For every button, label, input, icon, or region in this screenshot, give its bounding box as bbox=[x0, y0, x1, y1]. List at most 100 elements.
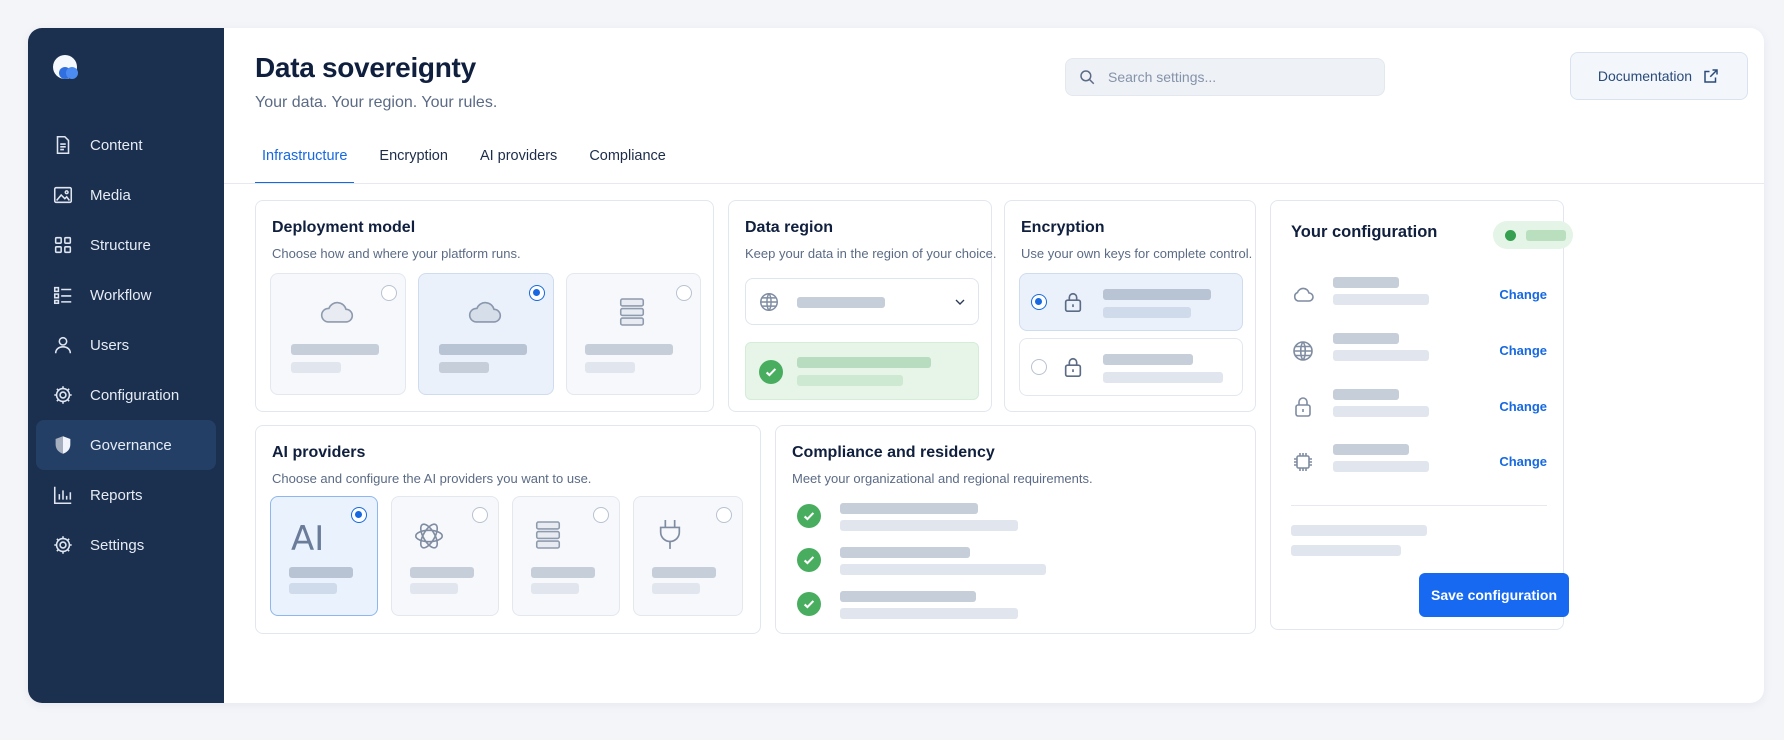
placeholder-bar bbox=[797, 297, 885, 308]
sidebar-item-reports[interactable]: Reports bbox=[36, 470, 216, 520]
radio-button[interactable] bbox=[381, 285, 397, 301]
config-row-region: Change bbox=[1271, 333, 1563, 377]
sidebar-item-configuration[interactable]: Configuration bbox=[36, 370, 216, 420]
radio-button[interactable] bbox=[472, 507, 488, 523]
change-link[interactable]: Change bbox=[1499, 343, 1547, 358]
placeholder-bar bbox=[585, 344, 673, 355]
placeholder-bar bbox=[1291, 545, 1401, 556]
shield-icon bbox=[55, 436, 71, 454]
server-icon bbox=[619, 298, 645, 326]
radio-button[interactable] bbox=[1031, 359, 1047, 375]
lock-icon bbox=[1064, 357, 1082, 377]
placeholder-bar bbox=[289, 567, 353, 578]
save-configuration-button[interactable]: Save configuration bbox=[1419, 573, 1569, 617]
sidebar-item-structure[interactable]: Structure bbox=[36, 220, 216, 270]
card-description: Use your own keys for complete control. bbox=[1021, 246, 1253, 261]
deployment-option-2[interactable] bbox=[418, 273, 554, 395]
tab-compliance[interactable]: Compliance bbox=[582, 128, 673, 184]
lock-icon bbox=[1295, 397, 1311, 417]
sidebar-item-label: Configuration bbox=[90, 386, 180, 404]
sidebar-item-users[interactable]: Users bbox=[36, 320, 216, 370]
sidebar-item-content[interactable]: Content bbox=[36, 120, 216, 170]
card-title: Encryption bbox=[1021, 219, 1105, 236]
placeholder-bar bbox=[840, 503, 978, 514]
panel-title: Your configuration bbox=[1291, 223, 1438, 241]
ai-provider-option-1[interactable]: AI bbox=[270, 496, 378, 616]
sidebar-item-settings[interactable]: Settings bbox=[36, 520, 216, 570]
sidebar-item-governance[interactable]: Governance bbox=[36, 420, 216, 470]
page-subtitle: Your data. Your region. Your rules. bbox=[255, 94, 498, 111]
change-link[interactable]: Change bbox=[1499, 287, 1547, 302]
card-description: Meet your organizational and regional re… bbox=[792, 471, 1093, 486]
placeholder-bar bbox=[1103, 372, 1223, 383]
document-icon bbox=[56, 135, 70, 155]
placeholder-bar bbox=[840, 520, 1018, 531]
ai-provider-option-3[interactable] bbox=[512, 496, 620, 616]
globe-icon bbox=[760, 293, 778, 311]
deployment-option-1[interactable] bbox=[270, 273, 406, 395]
sidebar: Content Media Structure Workflow Users C… bbox=[28, 28, 224, 703]
placeholder-bar bbox=[652, 567, 716, 578]
sidebar-nav: Content Media Structure Workflow Users C… bbox=[36, 120, 216, 570]
radio-button-selected[interactable] bbox=[1031, 294, 1047, 310]
ai-provider-option-4[interactable] bbox=[633, 496, 743, 616]
sidebar-item-label: Reports bbox=[90, 486, 143, 504]
region-select[interactable] bbox=[745, 278, 979, 325]
search-input[interactable] bbox=[1108, 69, 1368, 85]
config-row-encryption: Change bbox=[1271, 389, 1563, 433]
config-row-ai: Change bbox=[1271, 444, 1563, 488]
card-title: Deployment model bbox=[272, 219, 416, 236]
card-description: Keep your data in the region of your cho… bbox=[745, 246, 997, 261]
encryption-option-2[interactable] bbox=[1019, 338, 1243, 396]
card-description: Choose and configure the AI providers yo… bbox=[272, 471, 592, 486]
placeholder-bar bbox=[840, 591, 976, 602]
placeholder-bar bbox=[840, 547, 970, 558]
page-title: Data sovereignty bbox=[255, 52, 476, 83]
radio-button-selected[interactable] bbox=[529, 285, 545, 301]
placeholder-bar bbox=[797, 375, 903, 386]
placeholder-bar bbox=[1103, 289, 1211, 300]
placeholder-bar bbox=[1103, 354, 1193, 365]
tab-bar: Infrastructure Encryption AI providers C… bbox=[255, 128, 691, 184]
check-icon bbox=[797, 504, 821, 528]
placeholder-bar bbox=[1333, 333, 1399, 344]
radio-button[interactable] bbox=[676, 285, 692, 301]
sidebar-item-media[interactable]: Media bbox=[36, 170, 216, 220]
sidebar-item-label: Users bbox=[90, 336, 130, 354]
placeholder-bar bbox=[289, 583, 337, 594]
sidebar-item-workflow[interactable]: Workflow bbox=[36, 270, 216, 320]
placeholder-bar bbox=[1333, 444, 1409, 455]
workflow-icon bbox=[53, 286, 72, 305]
placeholder-bar bbox=[531, 567, 595, 578]
bar-chart-icon bbox=[53, 486, 72, 505]
placeholder-bar bbox=[1333, 294, 1429, 305]
change-link[interactable]: Change bbox=[1499, 399, 1547, 414]
sidebar-item-label: Workflow bbox=[90, 286, 152, 304]
tab-infrastructure[interactable]: Infrastructure bbox=[255, 128, 355, 184]
documentation-button[interactable]: Documentation bbox=[1570, 52, 1748, 100]
ai-providers-card: AI providers Choose and configure the AI… bbox=[255, 425, 761, 634]
tab-ai-providers[interactable]: AI providers bbox=[473, 128, 564, 184]
placeholder-bar bbox=[1333, 277, 1399, 288]
tab-encryption[interactable]: Encryption bbox=[372, 128, 455, 184]
deployment-option-3[interactable] bbox=[566, 273, 701, 395]
radio-button-selected[interactable] bbox=[351, 507, 367, 523]
ai-provider-option-2[interactable] bbox=[391, 496, 499, 616]
placeholder-bar bbox=[439, 362, 489, 373]
placeholder-bar bbox=[1333, 461, 1429, 472]
placeholder-bar bbox=[531, 583, 579, 594]
divider bbox=[1291, 505, 1547, 506]
search-bar[interactable] bbox=[1065, 58, 1385, 96]
change-link[interactable]: Change bbox=[1499, 454, 1547, 469]
radio-button[interactable] bbox=[593, 507, 609, 523]
placeholder-bar bbox=[410, 567, 474, 578]
placeholder-bar bbox=[410, 583, 458, 594]
placeholder-bar bbox=[1333, 350, 1429, 361]
radio-button[interactable] bbox=[716, 507, 732, 523]
card-title: Compliance and residency bbox=[792, 444, 995, 461]
placeholder-bar bbox=[840, 564, 1046, 575]
region-status bbox=[745, 342, 979, 400]
sidebar-item-label: Governance bbox=[90, 436, 172, 454]
placeholder-bar bbox=[797, 357, 931, 368]
encryption-option-1[interactable] bbox=[1019, 273, 1243, 331]
